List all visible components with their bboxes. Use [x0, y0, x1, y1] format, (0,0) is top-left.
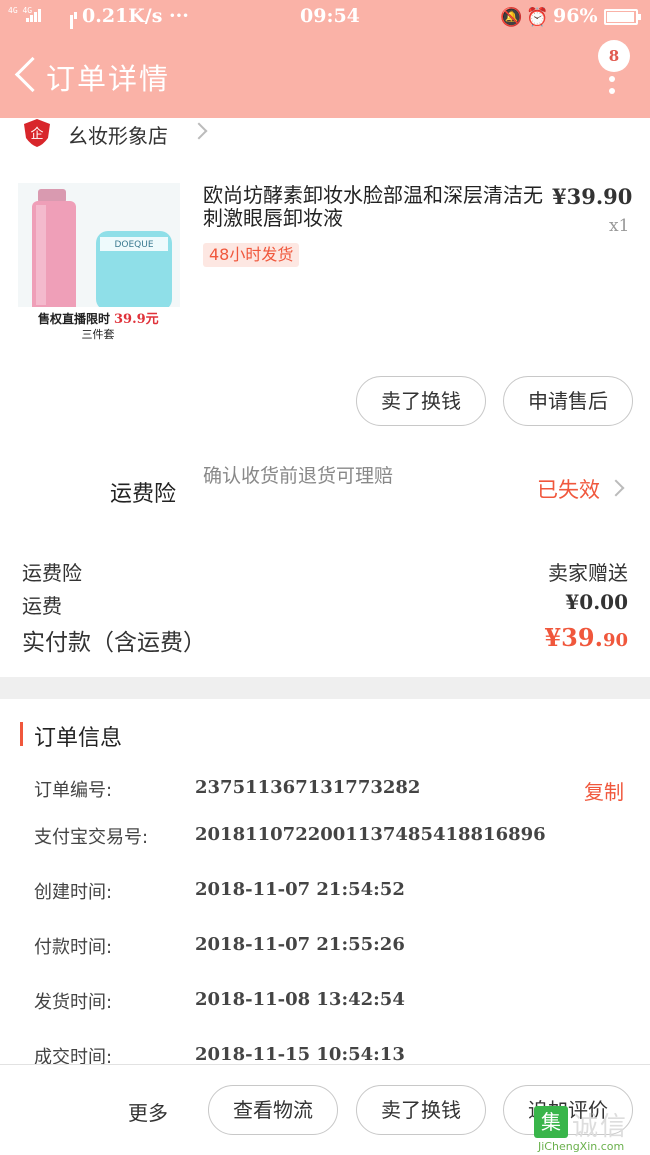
more-menu-button[interactable]: 8	[596, 38, 636, 108]
brand-label: DOEQUE	[114, 240, 153, 250]
total-paid-value: ¥39.90	[544, 623, 628, 652]
site-watermark: 集 诚信 JiChengXin.com	[532, 1100, 650, 1155]
signal-strength-2-icon	[70, 9, 78, 29]
fee-insurance-value: 卖家赠送	[548, 561, 628, 585]
alarm-icon: ⏰	[526, 7, 549, 28]
total-paid-label: 实付款（含运费）	[22, 630, 206, 656]
product-quantity: x1	[609, 216, 630, 236]
clock: 09:54	[300, 5, 360, 27]
image-caption-sub: 三件套	[82, 328, 115, 341]
status-bar: 4G 4G 0.21K/s ··· 09:54 🔕 ⏰ 96%	[0, 0, 650, 34]
nav-bar: 订单详情 8	[0, 34, 650, 118]
shop-name: 幺妆形象店	[68, 124, 168, 148]
mute-bell-icon: 🔕	[500, 7, 523, 28]
network-speed: 0.21K/s ···	[82, 5, 189, 27]
sell-for-cash-button[interactable]: 卖了换钱	[356, 376, 486, 426]
alipay-trade-label: 支付宝交易号:	[34, 827, 149, 848]
total-cents: 90	[602, 630, 628, 651]
order-info-title: 订单信息	[34, 726, 123, 751]
image-caption: 售权直播限时	[38, 311, 110, 326]
view-logistics-button[interactable]: 查看物流	[208, 1085, 338, 1135]
section-divider	[0, 677, 650, 699]
paid-time-label: 付款时间:	[34, 937, 113, 958]
shipping-tag: 48小时发货	[203, 243, 300, 267]
heading-accent-bar	[20, 722, 23, 746]
total-main: ¥39.	[544, 623, 603, 652]
shop-row[interactable]: 企 幺妆形象店	[0, 118, 650, 150]
signal-strength-icon	[26, 9, 42, 22]
menu-dot-icon	[609, 88, 615, 94]
signal-indicator: 4G 4G	[8, 6, 78, 29]
chevron-right-icon	[190, 122, 208, 140]
more-button[interactable]: 更多	[128, 1097, 168, 1126]
product-title[interactable]: 欧尚坊酵素卸妆水脸部温和深层清洁无刺激眼唇卸妆液	[203, 184, 543, 230]
order-number-value: 237511367131773282	[195, 777, 421, 798]
copy-button[interactable]: 复制	[584, 776, 624, 805]
apply-after-sales-button[interactable]: 申请售后	[503, 376, 633, 426]
paid-time-value: 2018-11-07 21:55:26	[195, 934, 405, 955]
shipped-time-label: 发货时间:	[34, 992, 113, 1013]
sell-for-cash-bottom-button[interactable]: 卖了换钱	[356, 1085, 486, 1135]
fee-shipping-value: ¥0.00	[565, 590, 628, 614]
battery-percent: 96%	[553, 5, 598, 27]
watermark-cn: 诚信	[572, 1112, 629, 1142]
page-title: 订单详情	[46, 62, 171, 96]
alipay-trade-value: 2018110722001137485418816896	[195, 824, 546, 845]
battery-icon	[604, 9, 641, 25]
product-image[interactable]: DOEQUE 售权直播限时 39.9元 三件套	[18, 183, 180, 343]
image-caption-price: 39.9元	[114, 312, 159, 327]
shop-shield-icon: 企	[24, 119, 50, 147]
insurance-description: 确认收货前退货可理赔	[203, 465, 394, 487]
created-time-value: 2018-11-07 21:54:52	[195, 879, 405, 900]
watermark-en: JiChengXin.com	[538, 1140, 625, 1153]
svg-text:企: 企	[30, 126, 43, 142]
order-number-label: 订单编号:	[34, 780, 113, 801]
product-price: ¥39.90	[552, 184, 633, 209]
deal-time-value: 2018-11-15 10:54:13	[195, 1044, 405, 1065]
insurance-label: 运费险	[110, 482, 177, 507]
fee-insurance-label: 运费险	[22, 561, 82, 585]
chevron-right-icon[interactable]	[607, 479, 625, 497]
notification-badge: 8	[598, 40, 630, 72]
back-arrow-icon[interactable]	[10, 54, 40, 96]
insurance-status[interactable]: 已失效	[537, 474, 600, 504]
fee-shipping-label: 运费	[22, 594, 62, 618]
shipped-time-value: 2018-11-08 13:42:54	[195, 989, 405, 1010]
watermark-logo: 集	[534, 1106, 568, 1138]
created-time-label: 创建时间:	[34, 882, 113, 903]
menu-dot-icon	[609, 76, 615, 82]
